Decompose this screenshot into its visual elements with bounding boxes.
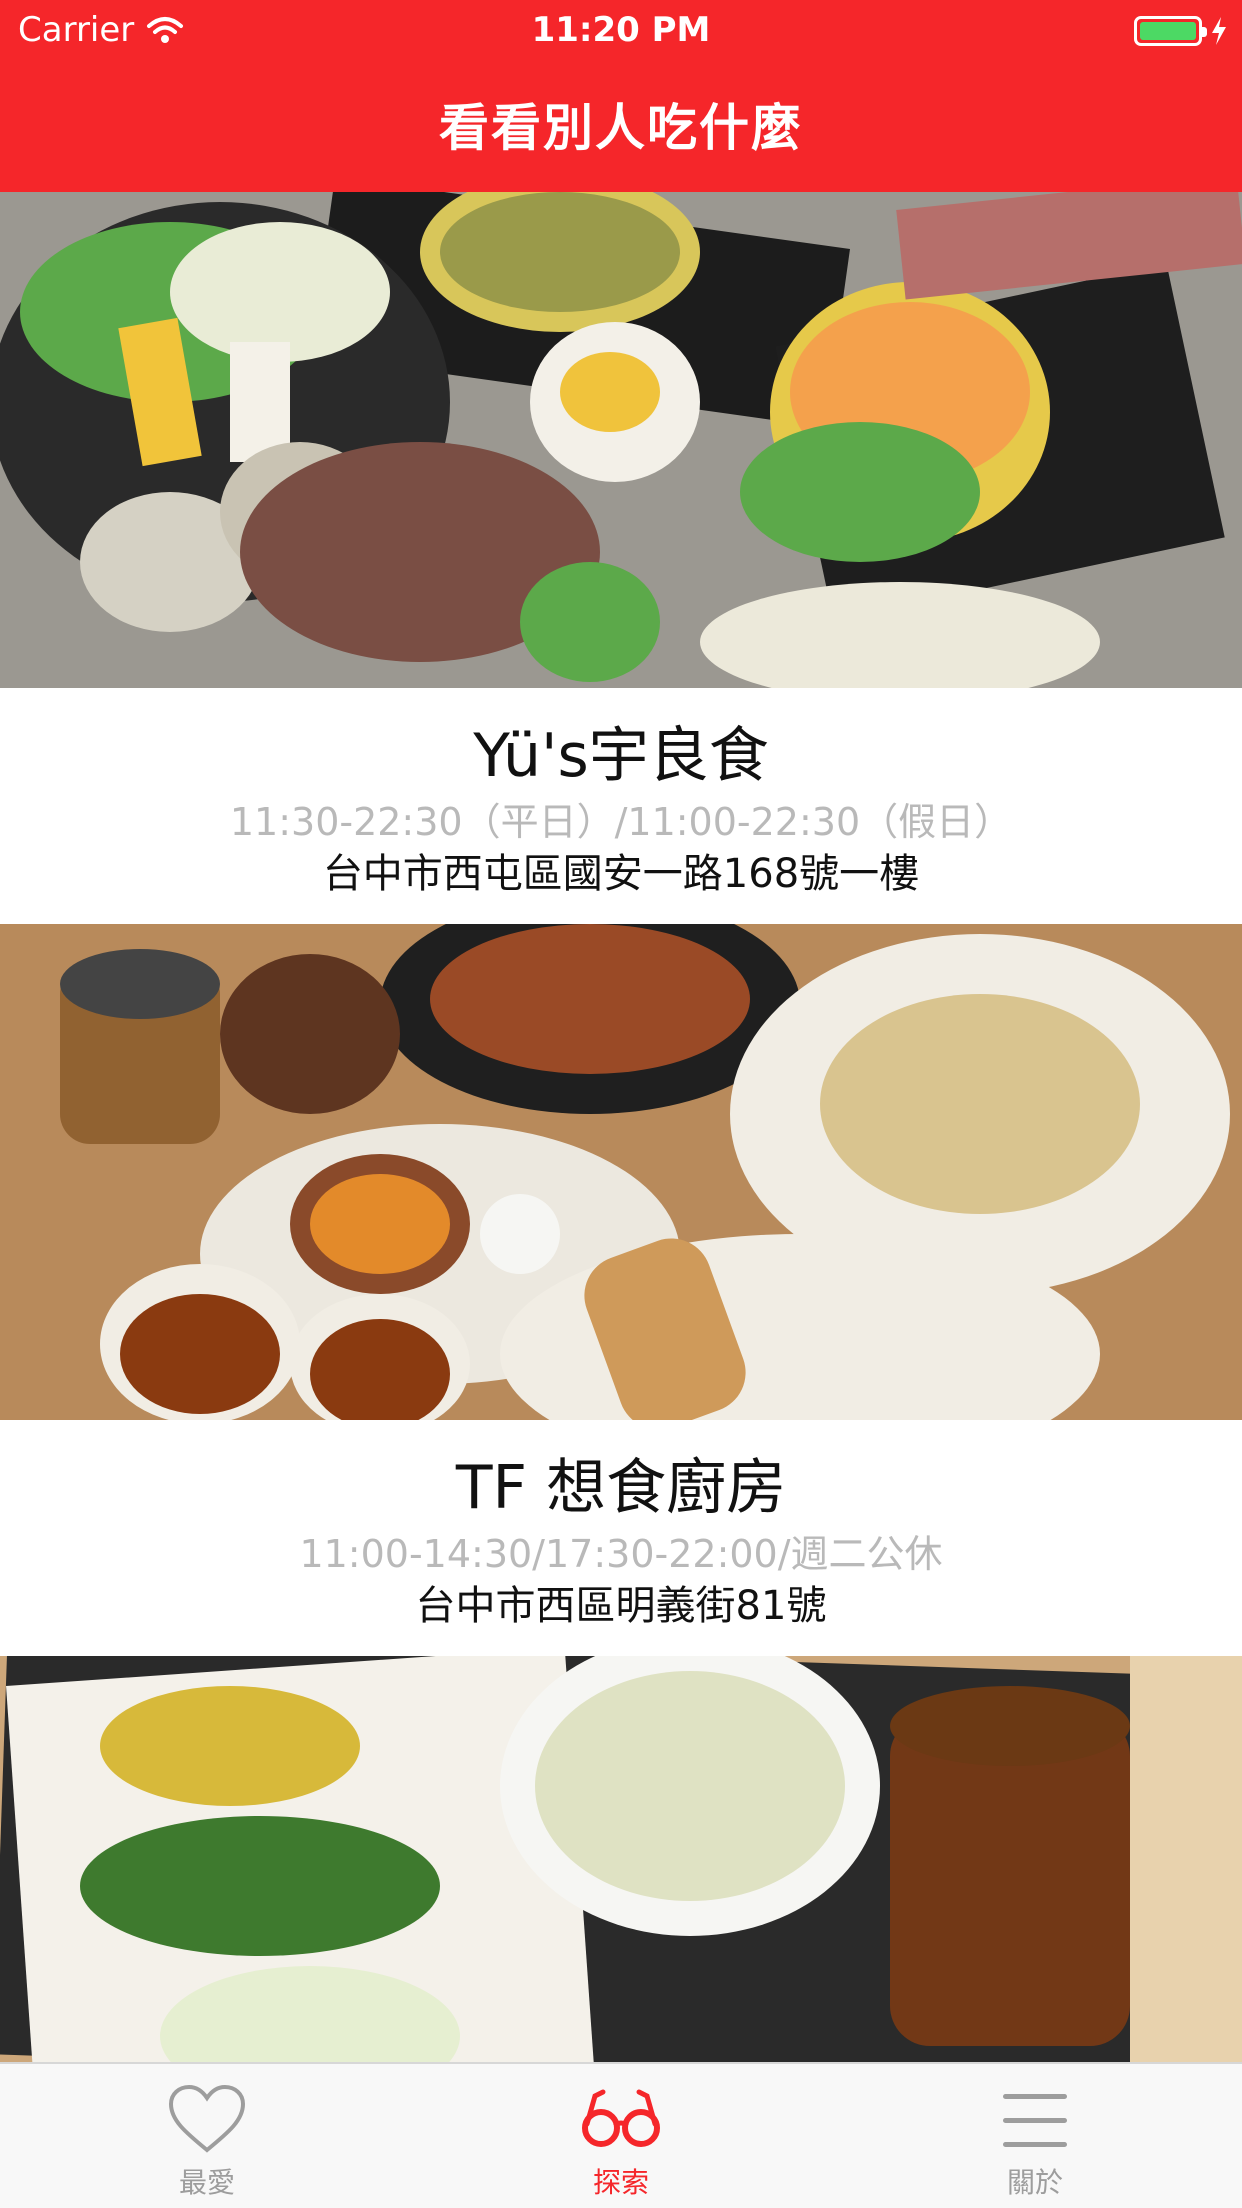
- battery-level: [1140, 22, 1196, 40]
- restaurant-feed[interactable]: Yü's宇良食 11:30-22:30（平日）/11:00-22:30（假日） …: [0, 192, 1242, 2062]
- navigation-header: Carrier 11:20 PM 看看別人吃什麼: [0, 0, 1242, 192]
- tab-explore[interactable]: 探索: [414, 2064, 828, 2208]
- charging-bolt-icon: [1212, 17, 1226, 45]
- restaurant-address: 台中市西區明義街81號: [415, 1583, 827, 1629]
- restaurant-hours: 11:30-22:30（平日）/11:00-22:30（假日）: [229, 800, 1013, 844]
- battery-icon: [1134, 16, 1207, 46]
- menu-icon: [1003, 2094, 1067, 2147]
- restaurant-info: Yü's宇良食 11:30-22:30（平日）/11:00-22:30（假日） …: [0, 688, 1242, 924]
- set-meal-photo: [0, 1656, 1242, 2062]
- tab-label: 關於: [1006, 2166, 1063, 2199]
- restaurant-hours: 11:00-14:30/17:30-22:00/週二公休: [299, 1532, 943, 1576]
- tab-label: 探索: [592, 2166, 649, 2199]
- tab-favorites[interactable]: 最愛: [0, 2064, 414, 2208]
- app-screen: Carrier 11:20 PM 看看別人吃什麼 Yü's宇良食 11:30-2…: [0, 0, 1242, 2208]
- heart-icon: [168, 2084, 246, 2153]
- restaurant-card[interactable]: TF 想食廚房 11:00-14:30/17:30-22:00/週二公休 台中市…: [0, 924, 1242, 1656]
- battery-indicator: [1134, 16, 1228, 46]
- status-time: 11:20 PM: [531, 10, 711, 50]
- restaurant-name: TF 想食廚房: [455, 1453, 787, 1523]
- glasses-icon: [582, 2089, 660, 2147]
- pasta-meal-photo: [0, 924, 1242, 1420]
- hotpot-photo: [0, 192, 1242, 688]
- tab-label: 最愛: [178, 2166, 235, 2199]
- restaurant-photo: [0, 924, 1242, 1420]
- tab-about[interactable]: 關於: [828, 2064, 1242, 2208]
- restaurant-info: TF 想食廚房 11:00-14:30/17:30-22:00/週二公休 台中市…: [0, 1420, 1242, 1656]
- restaurant-name: Yü's宇良食: [473, 721, 769, 791]
- page-title: 看看別人吃什麼: [439, 99, 803, 157]
- status-bar: Carrier 11:20 PM: [0, 0, 1242, 60]
- restaurant-card[interactable]: [0, 1656, 1242, 2062]
- restaurant-photo: [0, 1656, 1242, 2062]
- restaurant-photo: [0, 192, 1242, 688]
- restaurant-card[interactable]: Yü's宇良食 11:30-22:30（平日）/11:00-22:30（假日） …: [0, 192, 1242, 924]
- restaurant-address: 台中市西屯區國安一路168號一樓: [322, 851, 920, 897]
- tab-bar: 最愛 探索 關於: [0, 2062, 1242, 2208]
